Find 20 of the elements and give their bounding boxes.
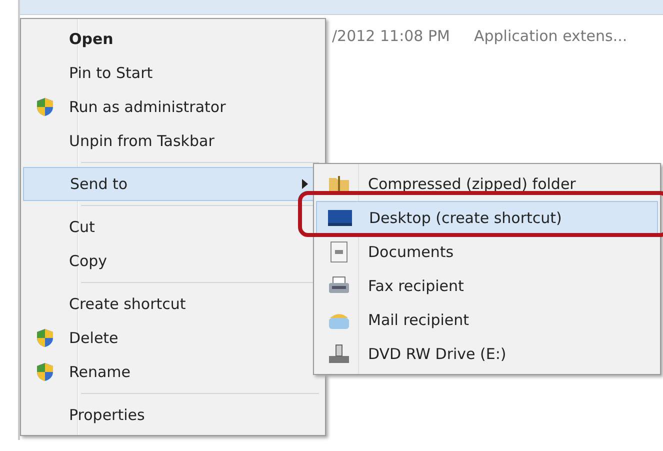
menu-item[interactable]: Documents [316,235,658,269]
menu-item[interactable]: Open [23,22,323,56]
shield-icon [36,328,54,348]
menu-item[interactable]: Mail recipient [316,303,658,337]
menu-item[interactable]: DVD RW Drive (E:) [316,337,658,371]
disc-drive-icon [328,343,350,365]
file-date: /2012 11:08 PM [332,27,450,45]
menu-item[interactable]: Fax recipient [316,269,658,303]
fax-icon [328,276,350,296]
menu-item[interactable]: Unpin from Taskbar [23,124,323,158]
shield-icon [36,362,54,382]
menu-item[interactable]: Run as administrator [23,90,323,124]
shield-icon [36,97,54,117]
document-icon [330,241,348,263]
file-type: Application extens... [474,27,628,45]
menu-item[interactable]: Pin to Start [23,56,323,90]
submenu-arrow-icon [302,179,308,189]
menu-item[interactable]: Properties [23,398,323,432]
desktop-icon [328,209,352,227]
menu-item[interactable]: Desktop (create shortcut) [316,201,658,235]
